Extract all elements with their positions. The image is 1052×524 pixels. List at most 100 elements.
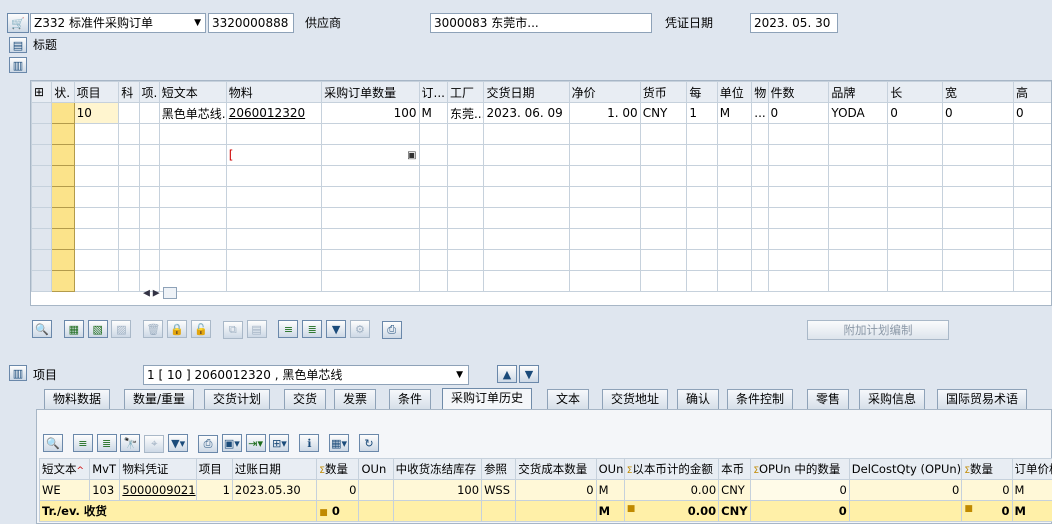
hcell-blocked-stock[interactable]: 100: [392, 479, 483, 501]
empty-cell[interactable]: [751, 249, 769, 271]
cell-material[interactable]: 2060012320: [225, 102, 323, 124]
empty-cell[interactable]: [: [225, 144, 323, 166]
doc-date-field[interactable]: 2023. 05. 30: [750, 13, 838, 33]
empty-cell[interactable]: [887, 270, 944, 292]
hcol-post-date[interactable]: 过账日期: [231, 458, 318, 480]
empty-cell[interactable]: [118, 165, 140, 187]
empty-cell[interactable]: [887, 165, 944, 187]
cell-item[interactable]: 10: [73, 102, 120, 124]
empty-cell[interactable]: [118, 228, 140, 250]
hcol-qty2[interactable]: Σ数量: [961, 458, 1013, 480]
empty-cell[interactable]: [138, 186, 160, 208]
hcell-delcost-opun[interactable]: 0: [848, 479, 963, 501]
layout-icon[interactable]: ⊞▾: [269, 434, 290, 452]
empty-cell[interactable]: [568, 165, 641, 187]
hcell-item[interactable]: 1: [195, 479, 233, 501]
popup-icon[interactable]: ▣: [407, 150, 416, 161]
empty-cell[interactable]: [686, 144, 718, 166]
hcol-del-cost-qty[interactable]: 交货成本数量: [515, 458, 597, 480]
empty-cell[interactable]: [751, 207, 769, 229]
info-icon[interactable]: ℹ: [299, 434, 320, 452]
col-brand[interactable]: 品牌: [828, 81, 889, 103]
refresh-icon[interactable]: ↻: [358, 434, 379, 452]
hcol-mvt[interactable]: MvT: [89, 458, 121, 480]
empty-cell[interactable]: [887, 228, 944, 250]
empty-cell[interactable]: [942, 228, 1015, 250]
empty-cell[interactable]: [446, 123, 485, 145]
tab-delivery-address[interactable]: 交货地址: [602, 389, 669, 409]
empty-cell[interactable]: [158, 228, 227, 250]
cell-currency[interactable]: CNY: [639, 102, 688, 124]
col-length[interactable]: 长: [887, 81, 944, 103]
empty-cell[interactable]: [568, 249, 641, 271]
empty-cell[interactable]: [158, 249, 227, 271]
empty-cell[interactable]: [716, 228, 753, 250]
empty-cell[interactable]: [568, 186, 641, 208]
col-status[interactable]: 状.: [51, 81, 75, 103]
hcol-blocked-stock[interactable]: 中收货冻结库存: [392, 458, 483, 480]
hcell-mat-doc[interactable]: 5000009021: [119, 479, 197, 501]
col-itemcat[interactable]: 项.: [138, 81, 160, 103]
empty-cell[interactable]: [118, 249, 140, 271]
row-status-cell[interactable]: [51, 270, 75, 292]
empty-cell[interactable]: [1013, 165, 1051, 187]
empty-cell[interactable]: [118, 186, 140, 208]
empty-cell[interactable]: [225, 270, 323, 292]
hcol-order-price-unit[interactable]: 订单价格单: [1011, 458, 1052, 480]
empty-cell[interactable]: [716, 270, 753, 292]
prev-item-icon[interactable]: ▲: [497, 365, 517, 383]
empty-cell[interactable]: [942, 144, 1015, 166]
material-link[interactable]: 2060012320: [229, 106, 305, 120]
empty-cell[interactable]: [73, 123, 120, 145]
cell-po-qty[interactable]: 100: [321, 102, 420, 124]
cell-width[interactable]: 0: [942, 102, 1015, 124]
col-unit[interactable]: 单位: [716, 81, 753, 103]
empty-cell[interactable]: ▣: [321, 144, 420, 166]
empty-cell[interactable]: [321, 228, 420, 250]
find-next-icon[interactable]: ⌖: [144, 434, 165, 453]
empty-cell[interactable]: [1013, 228, 1051, 250]
empty-cell[interactable]: [751, 165, 769, 187]
hcell-opun-qty[interactable]: 0: [750, 479, 850, 501]
empty-cell[interactable]: [686, 165, 718, 187]
print-icon[interactable]: ⎙: [381, 320, 402, 339]
empty-cell[interactable]: [118, 144, 140, 166]
empty-cell[interactable]: [321, 249, 420, 271]
empty-cell[interactable]: [887, 186, 944, 208]
empty-cell[interactable]: [767, 165, 830, 187]
hcell-oun2[interactable]: M: [595, 479, 625, 501]
select-all-icon-btn[interactable]: ▦: [63, 320, 84, 338]
paste-icon[interactable]: ▤: [246, 320, 267, 338]
chart-icon[interactable]: ▦▾: [329, 434, 350, 452]
empty-cell[interactable]: [639, 165, 688, 187]
empty-cell[interactable]: [639, 228, 688, 250]
hcol-ref[interactable]: 参照: [481, 458, 517, 480]
copy-icon[interactable]: ⧉: [222, 320, 243, 339]
cell-delivery-date[interactable]: 2023. 06. 09: [483, 102, 570, 124]
empty-cell[interactable]: [158, 165, 227, 187]
empty-cell[interactable]: [225, 249, 323, 271]
empty-cell[interactable]: [321, 165, 420, 187]
empty-cell[interactable]: [686, 228, 718, 250]
empty-cell[interactable]: [639, 144, 688, 166]
empty-cell[interactable]: [1013, 123, 1051, 145]
empty-row[interactable]: [31, 165, 1051, 187]
empty-cell[interactable]: [767, 270, 830, 292]
empty-cell[interactable]: [483, 123, 570, 145]
details-icon[interactable]: 🔍: [32, 320, 52, 338]
empty-cell[interactable]: [446, 270, 485, 292]
empty-cell[interactable]: [138, 165, 160, 187]
tab-po-history[interactable]: 采购订单历史: [442, 388, 533, 410]
empty-cell[interactable]: [828, 228, 889, 250]
empty-cell[interactable]: [767, 123, 830, 145]
empty-cell[interactable]: [639, 186, 688, 208]
empty-cell[interactable]: [483, 249, 570, 271]
item-detail-collapse-icon[interactable]: ▥: [9, 365, 27, 381]
empty-cell[interactable]: [767, 186, 830, 208]
hcol-mat-doc[interactable]: 物料凭证: [119, 458, 197, 480]
empty-cell[interactable]: [446, 207, 485, 229]
tab-confirmation[interactable]: 确认: [677, 389, 720, 409]
empty-cell[interactable]: [887, 123, 944, 145]
col-order-unit[interactable]: 订...: [418, 81, 448, 103]
hcell-currency[interactable]: CNY: [718, 479, 752, 501]
